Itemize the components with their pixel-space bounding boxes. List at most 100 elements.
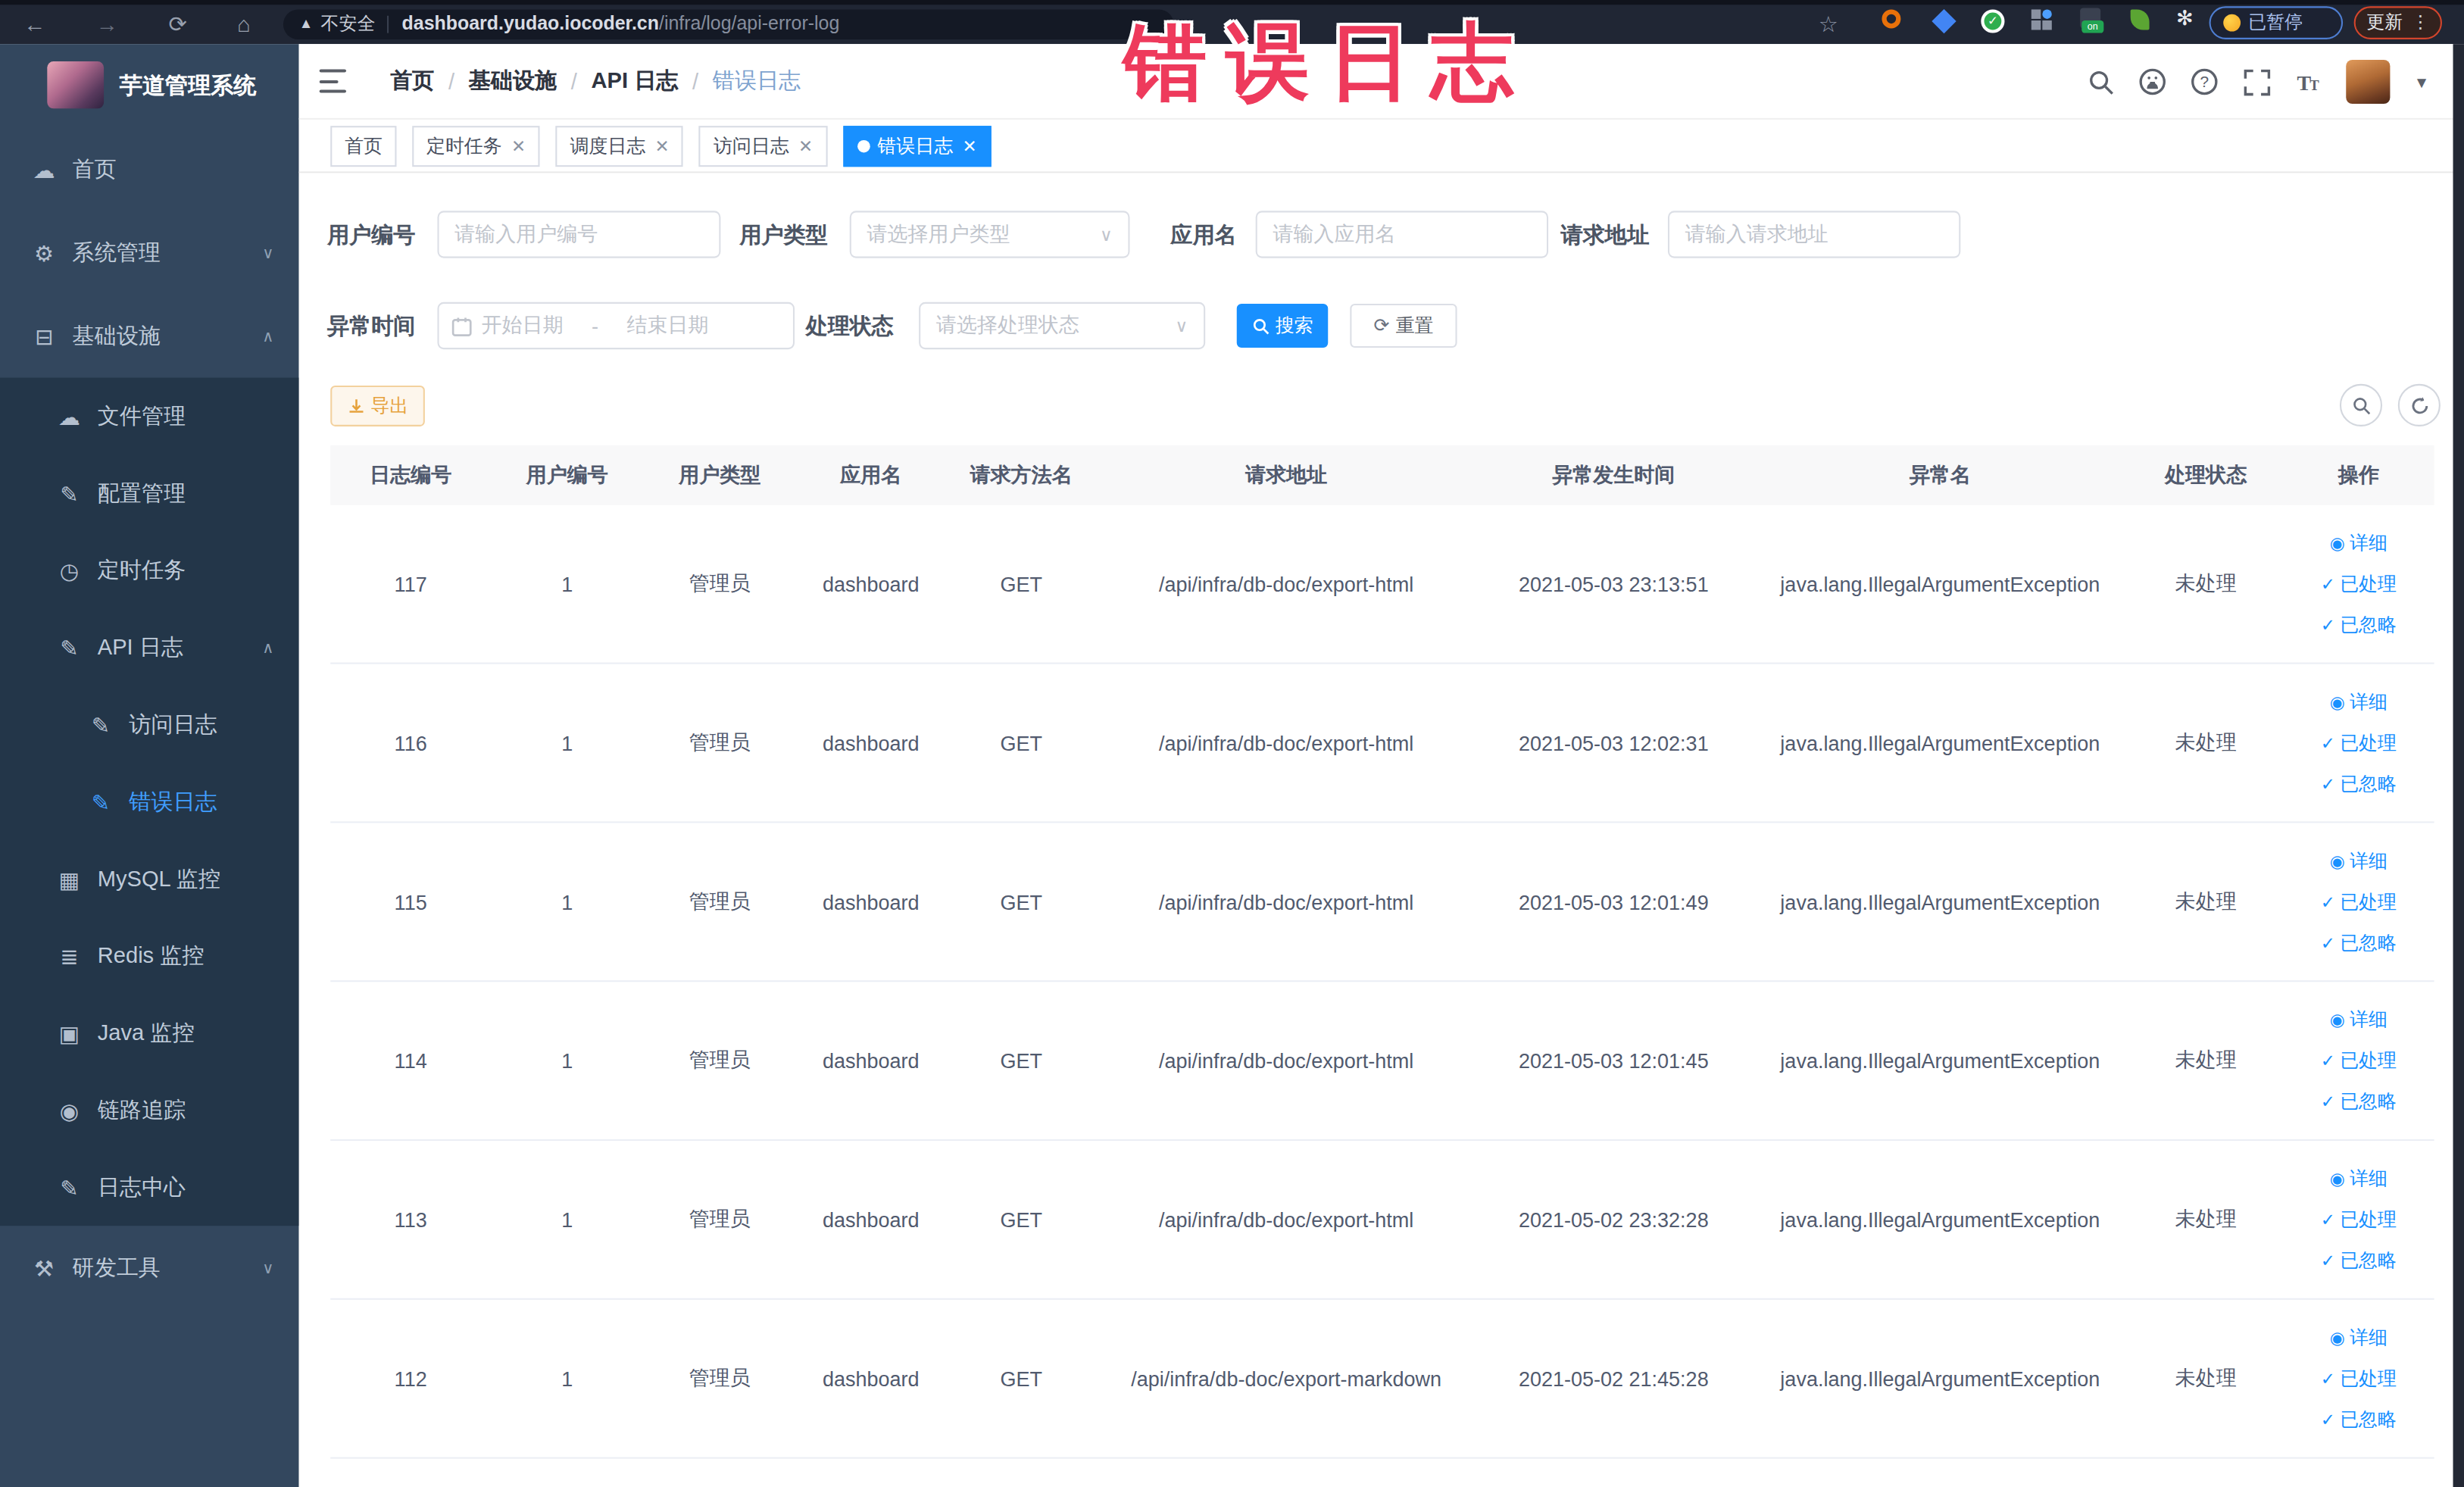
export-button[interactable]: 导出 xyxy=(330,386,425,426)
detail-link[interactable]: ◉详细 xyxy=(2330,1006,2387,1032)
question-icon[interactable]: ? xyxy=(2191,67,2219,95)
processed-link[interactable]: ✓已处理 xyxy=(2321,729,2397,756)
ignore-link[interactable]: ✓已忽略 xyxy=(2321,1406,2397,1432)
caret-down-icon[interactable]: ▼ xyxy=(2414,73,2430,91)
check-icon: ✓ xyxy=(2321,892,2335,912)
detail-link[interactable]: ◉详细 xyxy=(2330,689,2387,715)
github-icon[interactable] xyxy=(2138,67,2166,95)
main-content: 用户编号 请输入用户编号 用户类型 请选择用户类型∨ 应用名 请输入应用名 请求… xyxy=(299,173,2453,1487)
error-log-table: 日志编号 用户编号 用户类型 应用名 请求方法名 请求地址 异常发生时间 异常名… xyxy=(330,445,2434,1459)
user-type-select[interactable]: 请选择用户类型∨ xyxy=(850,211,1130,258)
address-bar[interactable]: ▲ 不安全 dashboard.yudao.iocoder.cn/infra/l… xyxy=(283,8,1174,38)
table-row: 115 1 管理员 dashboard GET /api/infra/db-do… xyxy=(330,823,2434,982)
extension-icon-flower[interactable]: ✻ xyxy=(2176,6,2194,30)
paused-badge[interactable]: 已暂停 xyxy=(2209,5,2344,39)
detail-link[interactable]: ◉详细 xyxy=(2330,848,2387,874)
table-row: 112 1 管理员 dashboard GET /api/infra/db-do… xyxy=(330,1300,2434,1459)
sidebar-item-mysql[interactable]: ▦MySQL 监控 xyxy=(0,840,299,917)
search-icon[interactable] xyxy=(2087,67,2115,95)
update-button[interactable]: 更新 ⋮ xyxy=(2354,5,2442,39)
detail-link[interactable]: ◉详细 xyxy=(2330,530,2387,556)
search-button[interactable]: 搜索 xyxy=(1237,304,1328,348)
processed-link[interactable]: ✓已处理 xyxy=(2321,1365,2397,1392)
tag-job-log[interactable]: 调度日志✕ xyxy=(556,126,684,167)
extension-icon-dark[interactable]: on xyxy=(2080,8,2100,28)
font-size-icon[interactable]: TT xyxy=(2294,67,2322,95)
bookmark-star-icon[interactable]: ☆ xyxy=(1813,5,1844,44)
processed-link[interactable]: ✓已处理 xyxy=(2321,1206,2397,1232)
extension-icon-grid[interactable] xyxy=(2031,9,2052,30)
date-range-picker[interactable]: 开始日期 - 结束日期 xyxy=(437,302,795,349)
extension-icon-green-check[interactable]: ✓ xyxy=(1981,9,2004,33)
check-icon: ✓ xyxy=(2321,573,2335,594)
hamburger-icon[interactable] xyxy=(320,69,346,92)
tag-error-log[interactable]: 错误日志✕ xyxy=(843,126,992,167)
sidebar-item-api-log[interactable]: ✎API 日志∧ xyxy=(0,609,299,686)
ignore-link[interactable]: ✓已忽略 xyxy=(2321,770,2397,797)
app-name-input[interactable]: 请输入应用名 xyxy=(1256,211,1548,258)
sidebar-item-trace[interactable]: ◉链路追踪 xyxy=(0,1072,299,1149)
processed-link[interactable]: ✓已处理 xyxy=(2321,570,2397,597)
check-icon: ✓ xyxy=(2321,1209,2335,1229)
paused-label: 已暂停 xyxy=(2248,11,2303,34)
toggle-search-button[interactable] xyxy=(2340,384,2382,426)
chevron-down-icon: ∨ xyxy=(262,1259,273,1276)
ignore-link[interactable]: ✓已忽略 xyxy=(2321,929,2397,956)
breadcrumb-home[interactable]: 首页 xyxy=(390,67,434,95)
reset-button[interactable]: ⟳ 重置 xyxy=(1350,304,1457,348)
breadcrumb-api-log[interactable]: API 日志 xyxy=(592,67,679,95)
chart-icon: ▦ xyxy=(57,867,82,892)
kebab-menu-icon[interactable]: ⋮ xyxy=(2411,11,2429,33)
processed-link[interactable]: ✓已处理 xyxy=(2321,889,2397,915)
close-icon[interactable]: ✕ xyxy=(655,136,670,157)
close-icon[interactable]: ✕ xyxy=(511,136,526,157)
processed-link[interactable]: ✓已处理 xyxy=(2321,1047,2397,1073)
sidebar-item-file[interactable]: ☁文件管理 xyxy=(0,378,299,455)
tag-job[interactable]: 定时任务✕ xyxy=(412,126,540,167)
log-edit-icon: ✎ xyxy=(88,712,113,737)
sidebar-item-error-log[interactable]: ✎错误日志 xyxy=(0,763,299,840)
detail-link[interactable]: ◉详细 xyxy=(2330,1165,2387,1192)
sidebar-item-infra[interactable]: ⊟基础设施∧ xyxy=(0,294,299,377)
end-date-placeholder: 结束日期 xyxy=(626,311,708,339)
emoji-icon xyxy=(2223,14,2241,31)
sidebar-item-redis[interactable]: ≣Redis 监控 xyxy=(0,917,299,995)
close-icon[interactable]: ✕ xyxy=(963,136,977,157)
extension-icon-blue[interactable] xyxy=(1932,9,1956,33)
sidebar-item-system[interactable]: ⚙系统管理∨ xyxy=(0,211,299,294)
back-icon[interactable]: ← xyxy=(19,5,51,44)
ignore-link[interactable]: ✓已忽略 xyxy=(2321,611,2397,638)
close-icon[interactable]: ✕ xyxy=(798,136,813,157)
sidebar-item-access-log[interactable]: ✎访问日志 xyxy=(0,686,299,764)
check-icon: ✓ xyxy=(2321,733,2335,753)
home-icon[interactable]: ⌂ xyxy=(228,5,260,44)
refresh-table-button[interactable] xyxy=(2398,384,2441,426)
browser-scrollbar[interactable] xyxy=(2453,44,2464,1487)
reload-icon[interactable]: ⟳ xyxy=(162,5,194,44)
ignore-link[interactable]: ✓已忽略 xyxy=(2321,1088,2397,1114)
status-select[interactable]: 请选择处理状态∨ xyxy=(919,302,1205,349)
tools-icon: ⚒ xyxy=(32,1255,57,1280)
tag-access-log[interactable]: 访问日志✕ xyxy=(699,126,827,167)
user-id-input[interactable]: 请输入用户编号 xyxy=(437,211,720,258)
edit-icon: ✎ xyxy=(57,481,82,506)
sidebar-item-devtools[interactable]: ⚒研发工具∨ xyxy=(0,1226,299,1309)
sidebar-item-home[interactable]: ☁首页 xyxy=(0,127,299,211)
ignore-link[interactable]: ✓已忽略 xyxy=(2321,1247,2397,1273)
sidebar: 芋道管理系统 ☁首页 ⚙系统管理∨ ⊟基础设施∧ ☁文件管理 ✎配置管理 ◷定时… xyxy=(0,44,299,1487)
check-icon: ✓ xyxy=(2321,932,2335,953)
detail-link[interactable]: ◉详细 xyxy=(2330,1324,2387,1351)
logo[interactable]: 芋道管理系统 xyxy=(0,44,299,126)
breadcrumb-infra[interactable]: 基础设施 xyxy=(469,67,557,95)
sidebar-item-java[interactable]: ▣Java 监控 xyxy=(0,995,299,1072)
avatar[interactable] xyxy=(2346,60,2390,104)
extension-icon-orange[interactable] xyxy=(1882,9,1900,28)
request-url-input[interactable]: 请输入请求地址 xyxy=(1668,211,1960,258)
fullscreen-icon[interactable] xyxy=(2242,67,2270,95)
tag-home[interactable]: 首页 xyxy=(330,126,396,167)
sidebar-item-config[interactable]: ✎配置管理 xyxy=(0,455,299,532)
extension-icon-leaf[interactable] xyxy=(2131,9,2150,30)
sidebar-item-log-center[interactable]: ✎日志中心 xyxy=(0,1148,299,1226)
forward-icon[interactable]: → xyxy=(91,5,123,44)
sidebar-item-job[interactable]: ◷定时任务 xyxy=(0,532,299,609)
